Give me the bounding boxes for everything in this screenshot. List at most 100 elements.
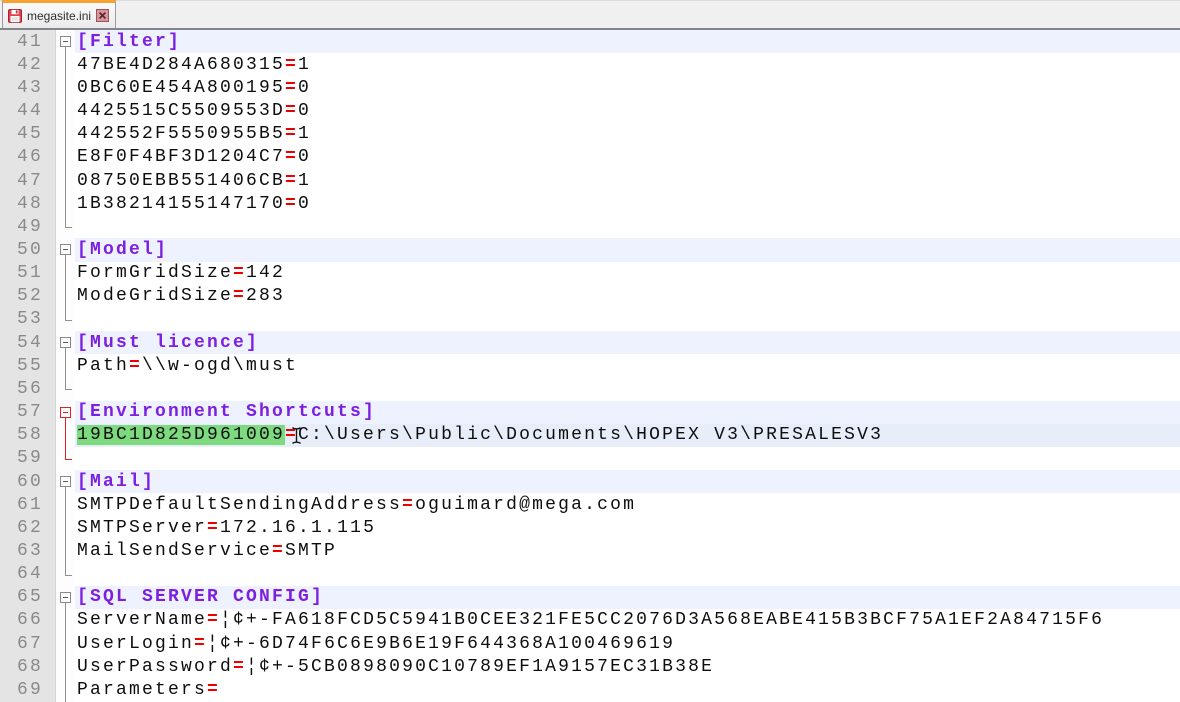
editor-line-68[interactable]: 68 UserPassword=¦¢+-5CB0898090C10789EF1A… xyxy=(0,655,1180,678)
code-text: [Filter] xyxy=(75,30,1180,53)
editor-line-56[interactable]: 56 xyxy=(0,377,1180,400)
fold-margin xyxy=(56,238,75,261)
code-text: [Must licence] xyxy=(75,331,1180,354)
code-text: [Mail] xyxy=(75,470,1180,493)
editor-line-46[interactable]: 46 E8F0F4BF3D1204C7=0 xyxy=(0,146,1180,169)
editor-line-64[interactable]: 64 xyxy=(0,563,1180,586)
fold-end xyxy=(56,308,75,331)
editor-line-52[interactable]: 52 ModeGridSize=283 xyxy=(0,285,1180,308)
editor-line-44[interactable]: 44 4425515C5509553D=0 xyxy=(0,99,1180,122)
code-text: Parameters= xyxy=(75,678,1180,701)
code-text xyxy=(75,377,1180,400)
code-text: UserLogin=¦¢+-6D74F6C6E9B6E19F644368A100… xyxy=(75,632,1180,655)
fold-collapse-icon[interactable] xyxy=(60,592,71,603)
line-number: 56 xyxy=(0,377,56,400)
line-number: 46 xyxy=(0,146,56,169)
code-text: 47BE4D284A680315=1 xyxy=(75,53,1180,76)
code-text: [Environment Shortcuts] xyxy=(75,401,1180,424)
editor-line-69[interactable]: 69 Parameters= xyxy=(0,678,1180,701)
ibeam-cursor-icon xyxy=(291,426,302,445)
code-text: 0BC60E454A800195=0 xyxy=(75,76,1180,99)
editor-line-61[interactable]: 61 SMTPDefaultSendingAddress=oguimard@me… xyxy=(0,493,1180,516)
editor-line-66[interactable]: 66 ServerName=¦¢+-FA618FCD5C5941B0CEE321… xyxy=(0,609,1180,632)
editor-line-42[interactable]: 42 47BE4D284A680315=1 xyxy=(0,53,1180,76)
fold-collapse-icon[interactable] xyxy=(60,407,71,418)
line-number: 66 xyxy=(0,609,56,632)
line-number: 54 xyxy=(0,331,56,354)
fold-line xyxy=(56,539,75,562)
fold-collapse-icon[interactable] xyxy=(60,476,71,487)
line-number: 60 xyxy=(0,470,56,493)
code-text: SMTPDefaultSendingAddress=oguimard@mega.… xyxy=(75,493,1180,516)
editor-line-67[interactable]: 67 UserLogin=¦¢+-6D74F6C6E9B6E19F644368A… xyxy=(0,632,1180,655)
code-text: 442552F5550955B5=1 xyxy=(75,123,1180,146)
fold-line xyxy=(56,609,75,632)
code-text: MailSendService=SMTP xyxy=(75,539,1180,562)
code-text: E8F0F4BF3D1204C7=0 xyxy=(75,146,1180,169)
fold-line xyxy=(56,192,75,215)
code-text: UserPassword=¦¢+-5CB0898090C10789EF1A915… xyxy=(75,655,1180,678)
code-text: 08750EBB551406CB=1 xyxy=(75,169,1180,192)
code-text xyxy=(75,308,1180,331)
line-number: 67 xyxy=(0,632,56,655)
editor-line-55[interactable]: 55 Path=\\w-ogd\must xyxy=(0,354,1180,377)
line-number: 57 xyxy=(0,401,56,424)
editor-line-57[interactable]: 57 [Environment Shortcuts] xyxy=(0,401,1180,424)
fold-line xyxy=(56,493,75,516)
editor-line-54[interactable]: 54 [Must licence] xyxy=(0,331,1180,354)
editor-line-41[interactable]: 41 [Filter] xyxy=(0,30,1180,53)
fold-line xyxy=(56,354,75,377)
tab-megasite-ini[interactable]: megasite.ini xyxy=(2,0,116,28)
line-number: 69 xyxy=(0,678,56,701)
fold-line xyxy=(56,516,75,539)
line-number: 65 xyxy=(0,586,56,609)
code-text: ModeGridSize=283 xyxy=(75,285,1180,308)
fold-margin xyxy=(56,586,75,609)
code-text: 1B38214155147170=0 xyxy=(75,192,1180,215)
tab-title: megasite.ini xyxy=(27,9,91,23)
close-icon[interactable] xyxy=(96,9,109,22)
fold-line xyxy=(56,285,75,308)
line-number: 50 xyxy=(0,238,56,261)
code-text: 4425515C5509553D=0 xyxy=(75,99,1180,122)
code-text: Path=\\w-ogd\must xyxy=(75,354,1180,377)
editor-line-65[interactable]: 65 [SQL SERVER CONFIG] xyxy=(0,586,1180,609)
editor-line-48[interactable]: 48 1B38214155147170=0 xyxy=(0,192,1180,215)
editor-line-63[interactable]: 63 MailSendService=SMTP xyxy=(0,539,1180,562)
line-number: 52 xyxy=(0,285,56,308)
fold-line-active xyxy=(56,424,75,447)
fold-end xyxy=(56,215,75,238)
editor-line-59[interactable]: 59 xyxy=(0,447,1180,470)
fold-line xyxy=(56,262,75,285)
fold-collapse-icon[interactable] xyxy=(60,36,71,47)
editor-line-45[interactable]: 45 442552F5550955B5=1 xyxy=(0,123,1180,146)
fold-line xyxy=(56,169,75,192)
editor-line-51[interactable]: 51 FormGridSize=142 xyxy=(0,262,1180,285)
text-editor[interactable]: 41 [Filter] 42 47BE4D284A680315=1 43 0BC… xyxy=(0,30,1180,702)
editor-line-62[interactable]: 62 SMTPServer=172.16.1.115 xyxy=(0,516,1180,539)
editor-line-43[interactable]: 43 0BC60E454A800195=0 xyxy=(0,76,1180,99)
line-number: 45 xyxy=(0,123,56,146)
line-number: 59 xyxy=(0,447,56,470)
fold-margin-active xyxy=(56,401,75,424)
line-number: 43 xyxy=(0,76,56,99)
editor-line-58-current[interactable]: 58 19BC1D825D961009=C:\Users\Public\Docu… xyxy=(0,424,1180,447)
editor-line-49[interactable]: 49 xyxy=(0,215,1180,238)
line-number: 55 xyxy=(0,354,56,377)
editor-line-50[interactable]: 50 [Model] xyxy=(0,238,1180,261)
fold-collapse-icon[interactable] xyxy=(60,244,71,255)
editor-line-53[interactable]: 53 xyxy=(0,308,1180,331)
fold-collapse-icon[interactable] xyxy=(60,337,71,348)
code-text: ServerName=¦¢+-FA618FCD5C5941B0CEE321FE5… xyxy=(75,609,1180,632)
editor-line-60[interactable]: 60 [Mail] xyxy=(0,470,1180,493)
code-text xyxy=(75,563,1180,586)
fold-margin xyxy=(56,470,75,493)
code-text: [Model] xyxy=(75,238,1180,261)
fold-line xyxy=(56,146,75,169)
code-text: FormGridSize=142 xyxy=(75,262,1180,285)
line-number: 68 xyxy=(0,655,56,678)
editor-line-47[interactable]: 47 08750EBB551406CB=1 xyxy=(0,169,1180,192)
line-number: 53 xyxy=(0,308,56,331)
tab-bar: megasite.ini xyxy=(0,0,1180,30)
fold-line xyxy=(56,99,75,122)
